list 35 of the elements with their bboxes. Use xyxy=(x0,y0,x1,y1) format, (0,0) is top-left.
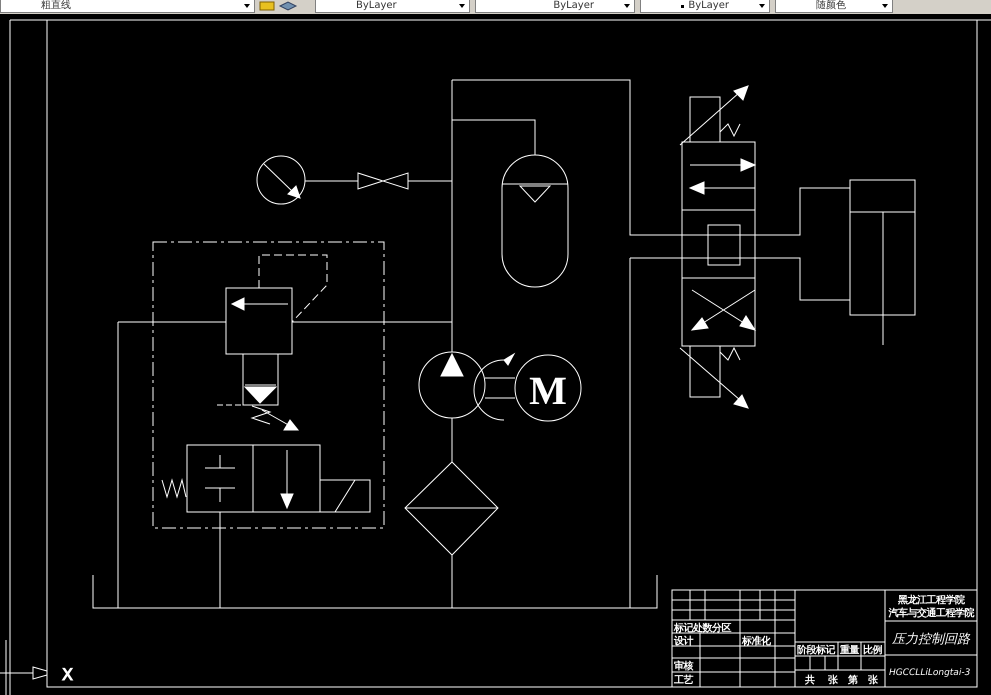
motor-label: M xyxy=(529,368,567,413)
motor-drawing xyxy=(514,354,582,422)
needle-valve-icon xyxy=(358,172,408,190)
title-block-label: 标记处数分区 xyxy=(674,623,731,634)
pressure-gauge-icon xyxy=(256,156,306,204)
title-block-label: 比例 xyxy=(863,645,882,656)
axis-label: X xyxy=(62,665,73,684)
title-block-label: 张 xyxy=(868,675,878,686)
lineweight-dropdown[interactable]: ByLayer xyxy=(640,0,770,13)
caret-icon xyxy=(759,4,765,8)
department-name: 汽车与交通工程学院 xyxy=(888,608,974,619)
title-block-label: 审核 xyxy=(674,661,693,672)
caret-icon xyxy=(624,4,630,8)
ucs-axis-icon xyxy=(0,640,48,695)
line-sample-icon xyxy=(681,4,684,8)
school-name: 黑龙江工程学院 xyxy=(898,595,964,606)
drawing-number: HGCCLLiLongtai-3 xyxy=(889,668,970,678)
title-block-label: 阶段标记 xyxy=(797,645,835,656)
title-block-label: 工艺 xyxy=(674,675,693,686)
caret-icon xyxy=(882,4,888,8)
coupling-drawing xyxy=(474,352,516,420)
title-block-label: 标准化 xyxy=(742,636,770,647)
drawing-title: 压力控制回路 xyxy=(892,632,970,647)
pump-drawing xyxy=(418,352,486,418)
caret-icon xyxy=(459,4,465,8)
title-block-label: 设计 xyxy=(674,636,693,647)
title-block-label: 共 xyxy=(805,675,814,686)
linetype-dropdown[interactable]: ByLayer xyxy=(475,0,635,13)
layer-dropdown[interactable]: 粗直线 xyxy=(0,0,255,13)
color-dropdown[interactable]: ByLayer xyxy=(315,0,470,13)
title-block-label: 张 xyxy=(828,675,838,686)
caret-icon xyxy=(244,4,250,8)
layer-tools-icon[interactable] xyxy=(258,0,298,12)
title-block-label: 第 xyxy=(848,675,858,686)
title-block-label: 重量 xyxy=(840,645,859,656)
